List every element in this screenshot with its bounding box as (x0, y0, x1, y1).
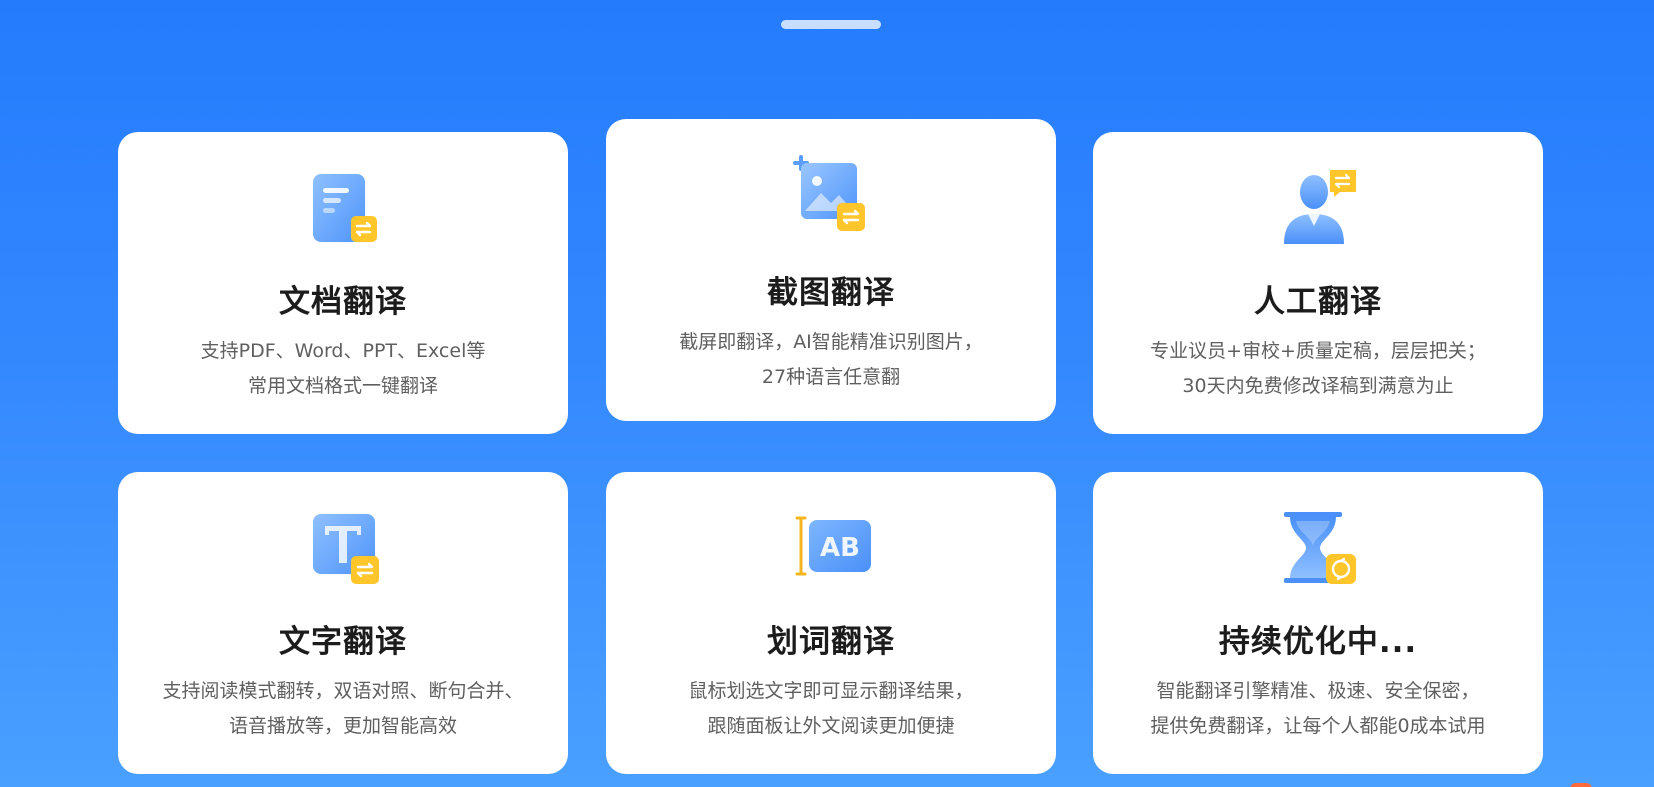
human-translate-icon (1284, 170, 1356, 244)
svg-text:AB: AB (820, 533, 860, 563)
drag-handle[interactable] (781, 20, 881, 29)
card-human-translate[interactable]: 人工翻译 专业议员+审校+质量定稿，层层把关； 30天内免费修改译稿到满意为止 (1093, 132, 1543, 434)
card-description-line1: 支持PDF、Word、PPT、Excel等 (200, 340, 486, 362)
card-description-line1: 智能翻译引擎精准、极速、安全保密， (1156, 680, 1480, 702)
card-description-line2: 30天内免费修改译稿到满意为止 (1182, 375, 1454, 397)
card-description-line1: 截屏即翻译，AI智能精准识别图片， (679, 331, 983, 353)
document-translate-icon (313, 174, 377, 242)
card-description-line1: 鼠标划选文字即可显示翻译结果， (688, 680, 974, 702)
card-screenshot-translate[interactable]: 截图翻译 截屏即翻译，AI智能精准识别图片， 27种语言任意翻 (606, 119, 1056, 421)
card-title: 人工翻译 (1254, 284, 1382, 320)
card-document-translate[interactable]: 文档翻译 支持PDF、Word、PPT、Excel等 常用文档格式一键翻译 (118, 132, 568, 434)
hourglass-icon (1284, 512, 1356, 584)
card-description-line1: 支持阅读模式翻转，双语对照、断句合并、 (162, 680, 524, 702)
card-description-line2: 跟随面板让外文阅读更加便捷 (707, 715, 955, 737)
card-title: 持续优化中... (1218, 624, 1418, 660)
card-continuous-optimization[interactable]: 持续优化中... 智能翻译引擎精准、极速、安全保密， 提供免费翻译，让每个人都能… (1093, 472, 1543, 774)
card-text-translate[interactable]: 文字翻译 支持阅读模式翻转，双语对照、断句合并、 语音播放等，更加智能高效 (118, 472, 568, 774)
floating-widget-edge[interactable] (1570, 783, 1592, 787)
card-description-line2: 27种语言任意翻 (761, 366, 901, 388)
screenshot-translate-icon (793, 155, 865, 231)
card-description-line2: 常用文档格式一键翻译 (247, 375, 438, 397)
text-translate-icon (313, 514, 379, 584)
card-description-line1: 专业议员+审校+质量定稿，层层把关； (1150, 340, 1486, 362)
card-title: 文档翻译 (279, 284, 407, 320)
card-title: 文字翻译 (279, 624, 407, 660)
card-word-select-translate[interactable]: AB 划词翻译 鼠标划选文字即可显示翻译结果， 跟随面板让外文阅读更加便捷 (606, 472, 1056, 774)
card-title: 划词翻译 (767, 624, 895, 660)
card-description-line2: 提供免费翻译，让每个人都能0成本试用 (1150, 715, 1486, 737)
card-title: 截图翻译 (767, 275, 895, 311)
word-select-translate-icon: AB (795, 516, 871, 576)
card-description-line2: 语音播放等，更加智能高效 (228, 715, 457, 737)
